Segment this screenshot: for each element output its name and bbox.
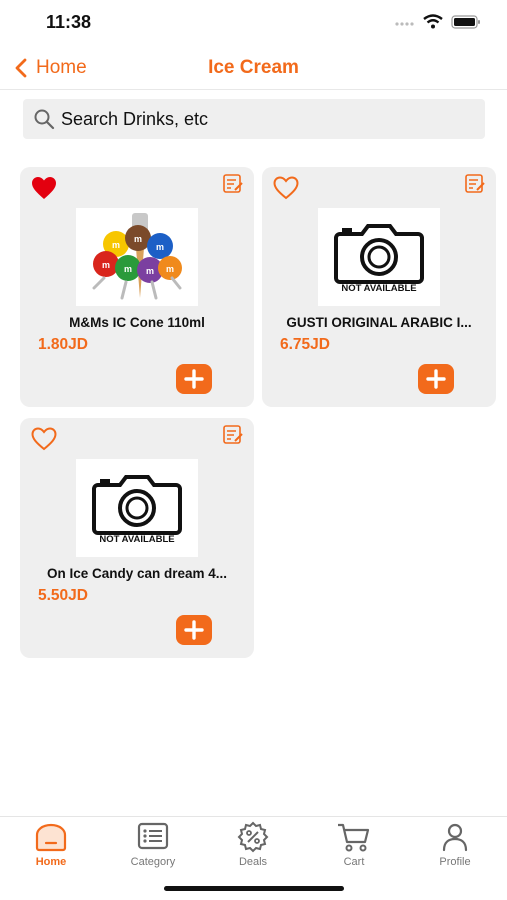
svg-text:m: m [112,240,120,250]
product-price: 5.50JD [38,587,88,604]
battery-icon [451,14,480,29]
add-to-cart-button[interactable] [176,615,212,645]
plus-icon [426,369,446,389]
status-bar: 11:38 [0,0,507,46]
page-title: Ice Cream [208,57,299,78]
tab-deals[interactable]: Deals [203,821,303,871]
tab-label: Deals [238,856,268,868]
add-to-cart-button[interactable] [418,364,454,394]
plus-icon [184,369,204,389]
search-bar[interactable] [23,99,485,139]
note-icon[interactable] [464,173,486,195]
signal-icon [395,21,414,26]
note-icon[interactable] [222,173,244,195]
wifi-icon [423,14,443,29]
category-icon [137,822,169,850]
tab-label: Cart [343,856,365,868]
deals-icon [237,821,269,853]
tab-home[interactable]: Home [1,821,101,871]
tab-label: Profile [439,856,471,868]
product-card[interactable]: m m m m m m m M&Ms IC Cone 110ml 1.80JD [20,167,254,407]
product-name: On Ice Candy can dream 4... [46,566,228,581]
status-icons [395,14,481,29]
tab-cart[interactable]: Cart [304,821,404,871]
svg-text:m: m [134,234,142,244]
status-time: 11:38 [46,12,92,32]
product-image-placeholder: NOT AVAILABLE [76,459,198,557]
heart-filled-icon[interactable] [30,175,58,201]
not-available-label: NOT AVAILABLE [99,534,175,545]
tab-profile[interactable]: Profile [405,821,505,871]
not-available-label: NOT AVAILABLE [341,283,417,294]
product-name: M&Ms IC Cone 110ml [69,315,205,330]
svg-text:m: m [166,264,174,274]
product-card[interactable]: NOT AVAILABLE On Ice Candy can dream 4..… [20,418,254,658]
product-image-placeholder: NOT AVAILABLE [318,208,440,306]
nav-bar: Home Ice Cream [0,46,507,90]
home-icon [35,823,67,852]
search-input[interactable] [61,108,461,130]
product-price: 6.75JD [280,336,330,353]
product-image: m m m m m m m [76,208,198,306]
svg-text:m: m [102,260,110,270]
product-name: GUSTI ORIGINAL ARABIC I... [286,315,472,330]
svg-text:m: m [146,266,154,276]
search-icon [34,109,55,130]
svg-text:m: m [156,242,164,252]
tab-category[interactable]: Category [103,821,203,871]
tab-label: Home [35,856,67,868]
note-icon[interactable] [222,424,244,446]
candy-characters-image: m m m m m m m [92,213,182,300]
cart-icon [338,823,370,852]
tab-label: Category [130,856,176,868]
svg-text:m: m [124,264,132,274]
profile-icon [442,823,468,852]
heart-outline-icon[interactable] [30,426,58,452]
plus-icon [184,620,204,640]
product-card[interactable]: NOT AVAILABLE GUSTI ORIGINAL ARABIC I...… [262,167,496,407]
heart-outline-icon[interactable] [272,175,300,201]
home-indicator [164,886,344,891]
add-to-cart-button[interactable] [176,364,212,394]
product-price: 1.80JD [38,336,88,353]
